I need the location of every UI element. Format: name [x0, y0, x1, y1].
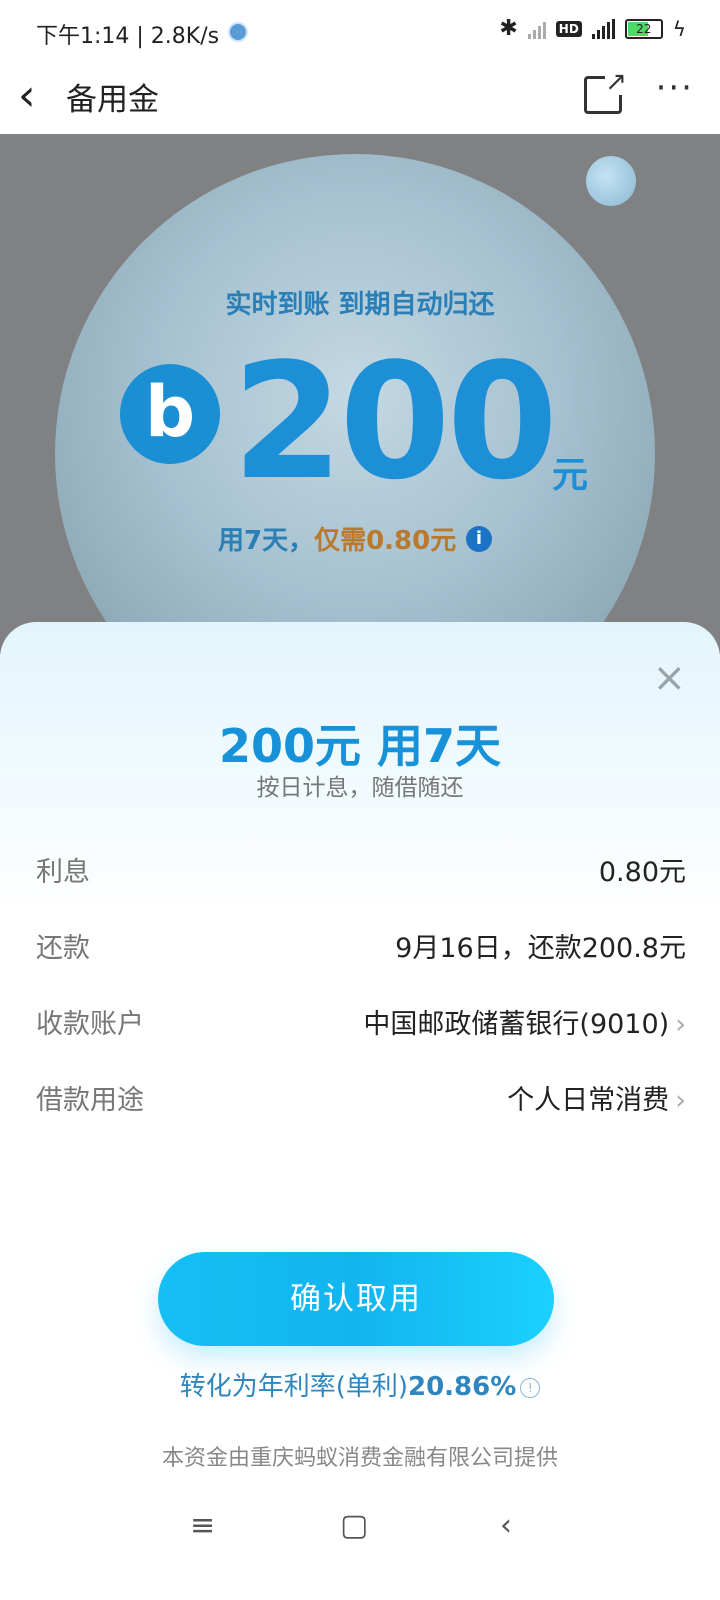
signal-5g-icon	[591, 18, 615, 39]
provider-note: 本资金由重庆蚂蚁消费金融有限公司提供	[161, 1446, 558, 1471]
rate-prefix: 转化为年利率(单利)	[179, 1372, 408, 1402]
row-value: 中国邮政储蓄银行(9010) ›	[363, 1002, 686, 1041]
bluetooth-icon: ✱	[499, 16, 518, 41]
confirm-sheet: × 200元 用7天 按日计息，随借随还 利息 0.80元 还款 9月16日，还…	[0, 622, 720, 1600]
hero-subtitle: 用7天，仅需0.80元	[218, 520, 456, 557]
battery-icon: 22	[624, 18, 663, 39]
hero-amount: 200	[232, 328, 558, 515]
annual-rate-note: 转化为年利率(单利)20.86%!	[0, 1366, 720, 1403]
purpose-row[interactable]: 借款用途 个人日常消费 ›	[36, 1078, 686, 1118]
row-label: 借款用途	[36, 1085, 144, 1116]
row-label: 利息	[36, 857, 90, 888]
account-row[interactable]: 收款账户 中国邮政储蓄银行(9010) ›	[36, 1002, 686, 1042]
app-indicator-icon	[228, 22, 248, 42]
hero-sub-price: 仅需0.80元	[314, 526, 457, 556]
back-button[interactable]: ‹	[18, 74, 36, 118]
row-value: 0.80元	[598, 857, 686, 888]
info-icon[interactable]: i	[466, 526, 492, 552]
sheet-tagline: 按日计息，随借随还	[256, 775, 464, 801]
share-button[interactable]: ↗	[584, 69, 627, 114]
rate-value: 20.86%	[408, 1372, 517, 1402]
row-value: 个人日常消费 ›	[507, 1078, 686, 1117]
purpose-value: 个人日常消费	[507, 1085, 670, 1116]
chevron-right-icon: ›	[675, 1085, 686, 1116]
row-label: 还款	[36, 933, 90, 964]
interest-row: 利息 0.80元	[36, 850, 686, 890]
share-icon: ↗	[605, 67, 627, 97]
status-time: 下午1:14 | 2.8K/s	[36, 24, 220, 49]
page-title: 备用金	[66, 82, 159, 118]
close-button[interactable]: ×	[652, 658, 686, 698]
hero-slogan: 实时到账 到期自动归还	[225, 290, 495, 320]
hero-amount-unit: 元	[552, 455, 589, 496]
system-nav-bar: ≡ ▢ ‹	[0, 1500, 720, 1560]
hero-banner: 实时到账 到期自动归还 b 200 元 用7天，仅需0.80元 i	[0, 134, 720, 654]
sheet-headline: 200元 用7天	[218, 719, 502, 773]
chevron-right-icon: ›	[675, 1009, 686, 1040]
signal-weak-icon	[527, 19, 546, 39]
brand-logo-icon: b	[120, 364, 220, 464]
status-bar: 下午1:14 | 2.8K/s ✱ HD 22 ϟ	[0, 0, 720, 62]
row-label: 收款账户	[36, 1009, 144, 1040]
row-value: 9月16日，还款200.8元	[395, 933, 686, 964]
more-button[interactable]: ···	[656, 68, 694, 108]
account-value: 中国邮政储蓄银行(9010)	[363, 1009, 670, 1040]
home-icon[interactable]: ▢	[340, 1508, 368, 1543]
system-back-icon[interactable]: ‹	[500, 1508, 512, 1543]
repayment-row: 还款 9月16日，还款200.8元	[36, 926, 686, 966]
status-icons: ✱ HD 22 ϟ	[499, 16, 686, 41]
confirm-button[interactable]: 确认取用	[158, 1252, 554, 1346]
top-nav-bar: ‹ 备用金 ↗ ···	[0, 62, 720, 134]
menu-icon[interactable]: ≡	[190, 1508, 215, 1543]
hd-icon: HD	[555, 20, 582, 37]
rate-info-icon[interactable]: !	[520, 1377, 541, 1398]
small-bubble-decoration	[586, 156, 636, 206]
hero-sub-prefix: 用7天，	[218, 526, 315, 556]
charging-icon: ϟ	[672, 16, 686, 41]
